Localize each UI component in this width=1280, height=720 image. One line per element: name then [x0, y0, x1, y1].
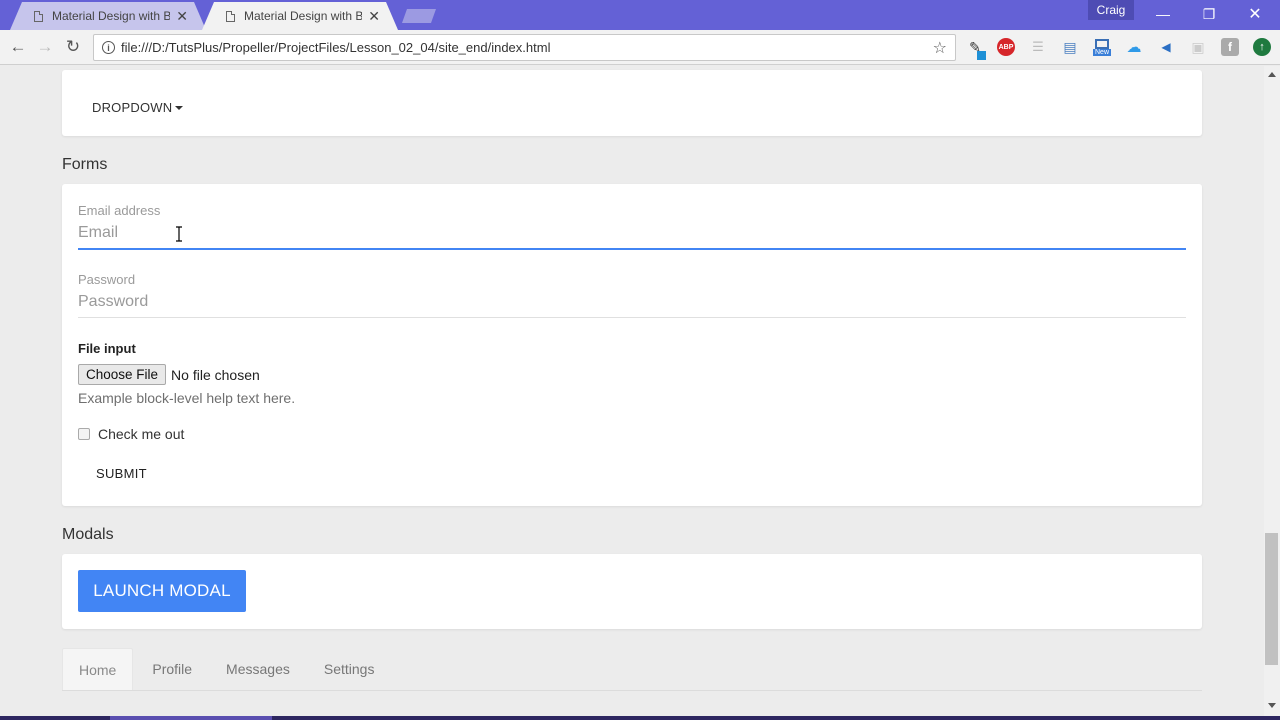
check-me-out-checkbox[interactable]	[78, 428, 90, 440]
file-input-label: File input	[78, 341, 136, 356]
document-icon	[226, 10, 235, 22]
browser-titlebar: Material Design with Boo ✕ Material Desi…	[0, 0, 1280, 30]
reader-icon[interactable]: ☰	[1029, 38, 1047, 56]
scrollbar-thumb[interactable]	[1265, 533, 1278, 665]
submit-button[interactable]: SUBMIT	[96, 466, 147, 481]
browser-toolbar: ← → ↻ i file:///D:/TutsPlus/Propeller/Pr…	[0, 30, 1280, 65]
file-status: No file chosen	[171, 366, 260, 383]
tab-title: Material Design with Boo	[244, 9, 363, 23]
cloud-icon[interactable]: ☁	[1125, 38, 1143, 56]
file-input: Choose File No file chosen	[78, 364, 260, 385]
restore-button[interactable]: ❐	[1186, 0, 1232, 28]
tab-title: Material Design with Boo	[52, 9, 171, 23]
browser-tab-2[interactable]: Material Design with Boo ✕	[202, 2, 398, 30]
reload-button[interactable]: ↻	[62, 36, 84, 58]
dropdown-card: DROPDOWN	[62, 70, 1202, 136]
email-label: Email address	[78, 203, 161, 218]
tab-settings[interactable]: Settings	[307, 648, 392, 690]
scroll-up-arrow-icon[interactable]	[1268, 72, 1276, 77]
forms-section-title: Forms	[62, 156, 108, 173]
password-input[interactable]: Password	[78, 293, 1186, 318]
screenshot-folder-icon[interactable]: ▤	[1061, 38, 1079, 56]
file-help-text: Example block-level help text here.	[78, 390, 296, 406]
minimize-button[interactable]: —	[1140, 0, 1186, 28]
close-window-button[interactable]: ✕	[1232, 0, 1278, 28]
send-tab-icon[interactable]: ◀	[1157, 38, 1175, 56]
check-me-out-label[interactable]: Check me out	[98, 426, 184, 442]
snagit-new-icon[interactable]: New	[1093, 36, 1112, 58]
taskbar-edge	[0, 716, 1280, 720]
close-tab-icon[interactable]: ✕	[368, 8, 380, 25]
caret-down-icon	[175, 105, 184, 110]
nav-tabs: Home Profile Messages Settings	[62, 648, 1202, 691]
text-cursor-icon	[176, 226, 182, 242]
adblock-plus-icon[interactable]: ABP	[997, 38, 1015, 56]
modals-section-title: Modals	[62, 526, 114, 543]
bookmark-star-icon[interactable]: ☆	[933, 38, 947, 58]
dropdown-label: DROPDOWN	[92, 100, 173, 115]
address-bar[interactable]: i file:///D:/TutsPlus/Propeller/ProjectF…	[93, 34, 956, 61]
font-icon[interactable]: f	[1221, 38, 1239, 56]
check-me-out-row[interactable]: Check me out	[78, 426, 184, 442]
profile-button[interactable]: Craig	[1088, 0, 1134, 20]
modals-card: LAUNCH MODAL	[62, 554, 1202, 629]
page-scrollbar[interactable]	[1264, 66, 1280, 716]
tab-messages[interactable]: Messages	[209, 648, 307, 690]
page-viewport: DROPDOWN Forms Email address Email Passw…	[0, 66, 1264, 716]
eyedropper-icon[interactable]: ✎	[966, 38, 986, 60]
scroll-down-arrow-icon[interactable]	[1268, 703, 1276, 708]
email-input[interactable]: Email	[78, 224, 1186, 250]
dropdown-button[interactable]: DROPDOWN	[92, 100, 184, 115]
info-icon[interactable]: i	[102, 41, 115, 54]
tab-profile[interactable]: Profile	[135, 648, 209, 690]
launch-modal-button[interactable]: LAUNCH MODAL	[78, 570, 246, 612]
close-tab-icon[interactable]: ✕	[176, 8, 188, 25]
back-button[interactable]: ←	[7, 36, 29, 58]
document-icon	[34, 10, 43, 22]
choose-file-button[interactable]: Choose File	[78, 364, 167, 385]
url-text[interactable]: file:///D:/TutsPlus/Propeller/ProjectFil…	[121, 40, 933, 55]
tab-home[interactable]: Home	[62, 648, 134, 690]
browser-tab-1[interactable]: Material Design with Boo ✕	[10, 2, 206, 30]
new-tab-button[interactable]	[402, 9, 436, 23]
forward-button[interactable]: →	[34, 36, 56, 58]
camera-icon[interactable]: ▣	[1189, 38, 1207, 56]
password-label: Password	[78, 272, 136, 287]
upload-arrow-icon[interactable]: ↑	[1253, 38, 1271, 56]
forms-card: Email address Email Password Password Fi…	[62, 184, 1202, 506]
